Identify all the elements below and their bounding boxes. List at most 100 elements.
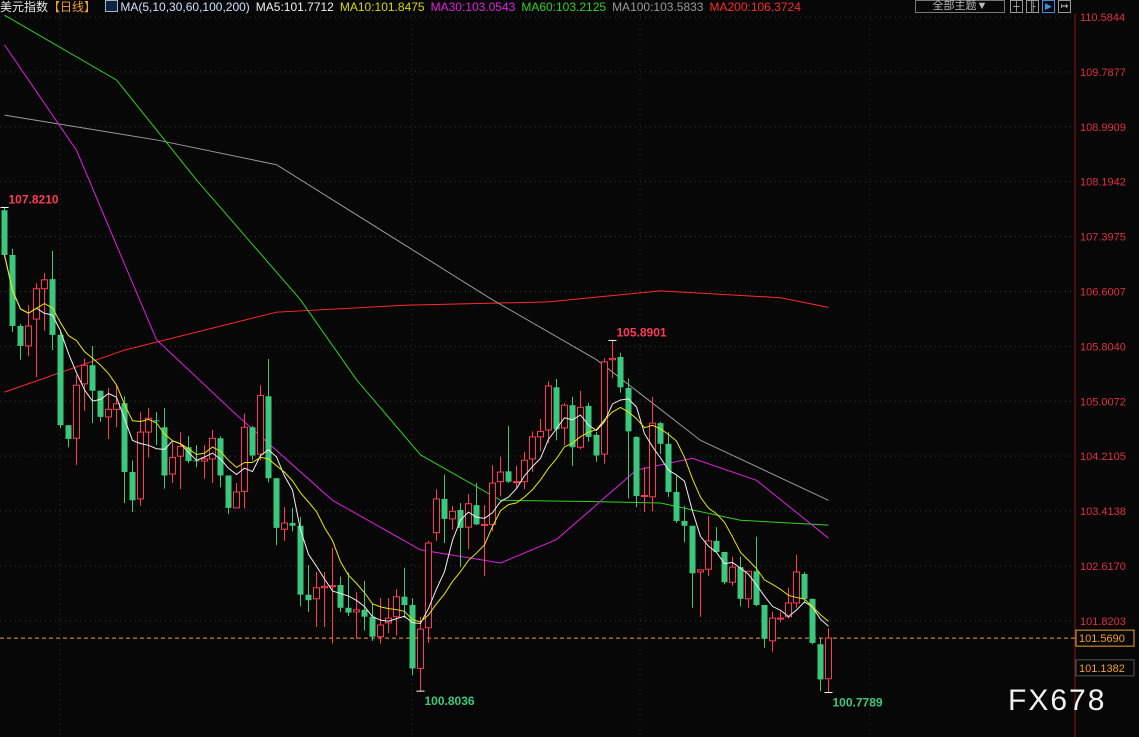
candle-up (489, 482, 496, 525)
candle-up (177, 446, 184, 457)
candle-up (313, 587, 320, 600)
candle-up (705, 540, 712, 570)
candle-down (505, 471, 512, 482)
candle-down (553, 387, 560, 430)
high-label: 107.8210 (9, 192, 59, 206)
candle-down (409, 605, 416, 669)
candle-up (281, 522, 288, 530)
candle-down (129, 472, 136, 501)
candle-down (225, 475, 232, 508)
candle-up (513, 481, 520, 484)
candle-up (169, 457, 176, 475)
candle-down (17, 325, 24, 346)
ma10-line (4, 254, 829, 623)
candle-up (33, 288, 40, 320)
candle-down (65, 425, 72, 439)
cursor-price-label: 101.1382 (1079, 663, 1125, 675)
candle-down (97, 390, 104, 417)
candle-up (105, 408, 112, 418)
candle-up (393, 596, 400, 618)
candle-up (73, 384, 80, 439)
candle-up (577, 406, 584, 448)
high-label: 105.8901 (617, 325, 667, 339)
candle-up (497, 471, 504, 483)
candle-down (721, 551, 728, 583)
candle-down (401, 596, 408, 606)
candle-up (641, 494, 648, 497)
candle-up (137, 431, 144, 500)
candle-down (89, 365, 96, 391)
candle-down (265, 396, 272, 479)
candle-up (745, 570, 752, 600)
ma30-line (4, 44, 829, 564)
candle-down (689, 525, 696, 574)
y-tick-label: 108.9909 (1080, 122, 1126, 134)
candle-down (817, 644, 824, 680)
y-tick-label: 105.8040 (1080, 341, 1126, 353)
candle-up (201, 458, 208, 462)
candle-down (625, 387, 632, 432)
low-label: 100.7789 (833, 696, 883, 710)
candle-down (273, 478, 280, 528)
current-price-label: 101.5690 (1079, 633, 1125, 645)
y-tick-label: 110.5844 (1080, 12, 1125, 24)
candle-up (417, 628, 424, 669)
candle-down (665, 443, 672, 493)
y-tick-label: 102.6170 (1080, 561, 1126, 573)
ma60-line (4, 14, 829, 526)
candle-down (305, 594, 312, 601)
candle-down (617, 356, 624, 388)
candle-up (649, 422, 656, 498)
candle-up (481, 523, 488, 526)
watermark: FX678 (1008, 684, 1107, 717)
candle-up (697, 569, 704, 573)
candle-down (761, 605, 768, 639)
candle-up (329, 585, 336, 588)
candle-up (233, 491, 240, 509)
candle-up (25, 325, 32, 347)
candle-down (345, 607, 352, 613)
y-tick-label: 108.1942 (1080, 177, 1126, 189)
candlestick-chart[interactable]: 110.5844 109.7877 108.9909 108.1942 107.3975… (0, 0, 1139, 737)
y-tick-label: 105.0072 (1080, 396, 1126, 408)
candle-up (545, 385, 552, 431)
candle-down (673, 492, 680, 521)
candle-down (361, 609, 368, 617)
candle-down (1, 210, 8, 255)
candle-up (113, 403, 120, 410)
candle-up (377, 624, 384, 638)
candle-up (777, 617, 784, 620)
candle-up (825, 637, 832, 680)
candle-down (657, 423, 664, 444)
candle-up (769, 617, 776, 642)
candle-up (561, 404, 568, 429)
candle-down (473, 505, 480, 525)
candle-up (353, 609, 360, 613)
y-tick-label: 101.8203 (1080, 616, 1126, 628)
ma100-line (4, 114, 829, 501)
candle-up (81, 364, 88, 385)
candle-down (681, 520, 688, 526)
y-tick-label: 109.7877 (1080, 67, 1126, 79)
y-tick-label: 106.6007 (1080, 286, 1126, 298)
y-tick-label: 107.3975 (1080, 232, 1126, 244)
candle-down (801, 574, 808, 599)
candle-up (601, 361, 608, 455)
candle-down (57, 334, 64, 426)
candle-up (433, 498, 440, 534)
candle-up (41, 279, 48, 290)
candle-up (729, 566, 736, 583)
candle-up (537, 430, 544, 438)
candle-up (609, 357, 616, 361)
candle-up (465, 503, 472, 528)
candle-up (321, 585, 328, 589)
candle-up (529, 436, 536, 460)
candle-down (153, 420, 160, 422)
ma200-line (4, 290, 829, 393)
candle-down (369, 616, 376, 637)
low-label: 100.8036 (425, 694, 475, 708)
y-tick-label: 104.2105 (1080, 451, 1126, 463)
y-tick-label: 103.4138 (1080, 506, 1126, 518)
candle-down (289, 523, 296, 526)
ma5-line (4, 254, 829, 627)
